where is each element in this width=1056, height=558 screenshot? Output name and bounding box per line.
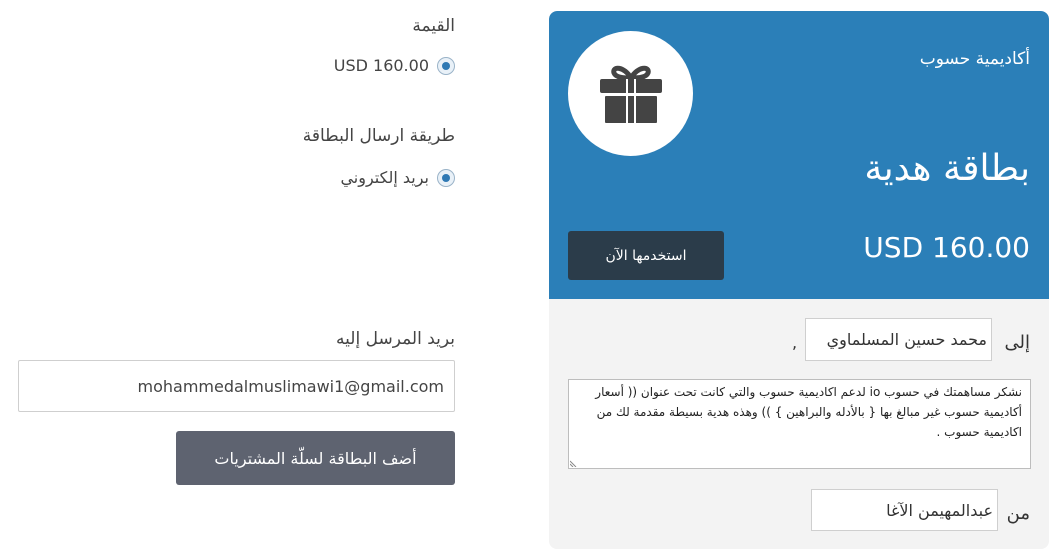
recipient-email-label: بريد المرسل إليه bbox=[336, 329, 455, 349]
to-label: إلى bbox=[1004, 332, 1031, 353]
recipient-email-input[interactable] bbox=[18, 360, 455, 412]
add-to-cart-button[interactable]: أضف البطاقة لسلّة المشتريات bbox=[176, 431, 455, 485]
value-label: القيمة bbox=[412, 16, 455, 36]
gift-icon-circle bbox=[568, 31, 693, 156]
to-comma: , bbox=[792, 333, 798, 352]
academy-name: أكاديمية حسوب bbox=[919, 49, 1030, 69]
gift-icon bbox=[599, 65, 662, 123]
value-option-text: USD 160.00 bbox=[333, 56, 429, 75]
delivery-method-label: طريقة ارسال البطاقة bbox=[302, 126, 455, 146]
resize-grip-icon[interactable] bbox=[570, 458, 579, 467]
gift-card-header: أكاديمية حسوب بطاقة هدية استخدمها الآن U… bbox=[549, 11, 1049, 299]
delivery-option-email[interactable]: بريد إلكتروني bbox=[340, 168, 455, 187]
radio-selected-dot bbox=[442, 173, 450, 182]
gift-message-textarea[interactable]: نشكر مساهمتك في حسوب io لدعم اكاديمية حس… bbox=[568, 379, 1031, 469]
from-name-input[interactable] bbox=[811, 489, 998, 531]
to-name-input[interactable] bbox=[805, 318, 992, 361]
from-label: من bbox=[1006, 503, 1030, 524]
delivery-radio[interactable] bbox=[437, 168, 455, 187]
gift-card-title: بطاقة هدية bbox=[864, 148, 1030, 189]
value-radio[interactable] bbox=[437, 56, 455, 75]
radio-selected-dot bbox=[442, 61, 450, 70]
delivery-option-text: بريد إلكتروني bbox=[340, 168, 429, 187]
use-now-button[interactable]: استخدمها الآن bbox=[568, 231, 724, 280]
value-option[interactable]: USD 160.00 bbox=[334, 56, 455, 75]
gift-card-price: USD 160.00 bbox=[863, 231, 1030, 264]
gift-card-panel: أكاديمية حسوب بطاقة هدية استخدمها الآن U… bbox=[549, 11, 1049, 549]
